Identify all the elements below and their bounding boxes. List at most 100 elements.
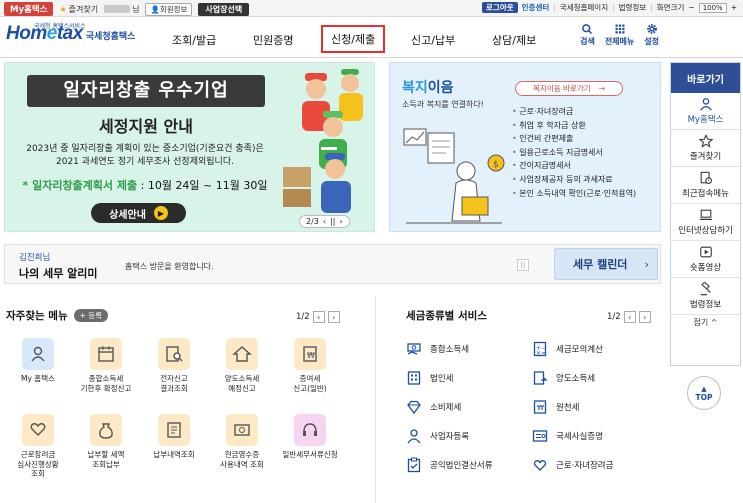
fav-general-tax-document[interactable]: 일반세무서류신청 [276,414,344,460]
banner-detail-button[interactable]: 상세안내 ▶ [91,203,186,223]
member-info-button[interactable]: 👤회원정보 [145,2,193,16]
welfare-shortcut-button[interactable]: 복지이음 바로가기 → [515,81,623,96]
fav-earned-income-credit-status[interactable]: 근로장려금 심사진행상황 조회 [4,414,72,479]
svg-text:×=: ×= [536,350,546,357]
favorites-page: 1/2 [296,312,310,322]
quick-legal-info[interactable]: 법령정보 [671,278,740,315]
favorites-prev-button[interactable]: ‹ [312,311,325,323]
main-banner[interactable]: 일자리창출 우수기업 세정지원 안내 2023년 중 일자리창출 계획이 있는 … [4,62,375,232]
quick-myhometax[interactable]: My홈택스 [671,93,740,130]
header: 국세청 홈택스서비스 Hometax 국세청홈택스 조회/발급 민원증명 신청/… [0,18,743,58]
fav-payment-history[interactable]: 납부내역조회 [140,414,208,460]
cert-center-link[interactable]: 인증센터 [522,2,550,13]
svc-tax-fact-certificate[interactable]: 국세사실증명 [532,428,603,444]
banner-prev-button[interactable]: ‹ [323,217,326,226]
chevron-right-icon: › [644,257,649,271]
business-select-button[interactable]: 사업장선택 [198,2,250,16]
banner-date: * 일자리창출계획서 제출 : 10월 24일 ~ 11월 30일 [22,179,268,192]
clipboard-check-icon [407,457,421,473]
services-prev-button[interactable]: ‹ [623,311,636,323]
zoom-out-button[interactable]: − [688,3,694,12]
svc-corporate-tax[interactable]: 법인세 [406,370,453,386]
notice-title: 나의 세무 알리미 [19,267,98,280]
welfare-item[interactable]: 인건비 간편제출 [512,132,636,146]
welfare-item[interactable]: 사업장제공자 등의 과세자료 [512,173,636,187]
person-icon [22,338,54,370]
welfare-item[interactable]: 근로·자녀장려금 [512,105,636,119]
fav-cash-receipt-history[interactable]: 현금영수증 사용내역 조회 [208,414,276,469]
tax-calendar-button[interactable]: 세무 캘린더 › [554,248,658,280]
nts-homepage-link[interactable]: 국세청홈페이지 [560,2,608,13]
quick-links-title: 바로가기 [671,63,740,93]
logo-tagline: 국세청 홈택스서비스 [34,23,86,30]
settings-button[interactable]: 설정 [644,23,659,47]
person-icon [407,429,421,444]
welfare-item[interactable]: 취업 후 학자금 상환 [512,119,636,133]
quick-recent-menu[interactable]: 최근접속메뉴 [671,167,740,204]
nav-apply-submit[interactable]: 신청/제출 [321,25,386,53]
nav-consult-report[interactable]: 상담/제보 [492,32,536,48]
fav-gift-tax-report[interactable]: ₩ 증여세 신고(일반) [276,338,344,393]
svc-consumption-tax[interactable]: 소비제세 [406,399,461,415]
calculator-icon: +−×= [533,341,547,357]
certificate-icon [532,430,548,442]
building-icon [407,371,421,385]
svc-withholding-tax[interactable]: ₩ 원천세 [532,399,579,415]
screen-size-label: 화면크기 [656,3,685,12]
nav-report-pay[interactable]: 신고/납부 [411,32,455,48]
laptop-chat-icon [699,209,712,220]
services-next-button[interactable]: › [638,311,651,323]
welfare-item[interactable]: 본인 소득내역 확인(근로·인적용역) [512,187,636,201]
fav-income-tax-late-report[interactable]: 종합소득세 기한후 확정신고 [72,338,140,393]
gavel-icon [700,282,711,296]
fav-e-filing-result[interactable]: 전자신고 결과조회 [140,338,208,393]
money-document-icon: ₩ [533,400,547,414]
favorites-next-button[interactable]: › [327,311,340,323]
house-icon [226,338,258,370]
legal-info-link[interactable]: 법령정보 [619,2,647,13]
quick-shortform-video[interactable]: 숏폼영상 [671,241,740,278]
banner-pause-button[interactable]: || [330,217,335,226]
logout-button[interactable]: 로그아웃 [482,2,518,13]
svc-earned-income-child-credit[interactable]: 근로·자녀장려금 [532,457,613,473]
svc-business-registration[interactable]: 사업자등록 [406,428,469,444]
favorites-label: 즐겨찾기 [68,4,99,14]
scroll-top-button[interactable]: ▲ TOP [687,376,721,410]
quick-links-panel: 바로가기 My홈택스 즐겨찾기 최근접속메뉴 인터넷상담하기 숏폼영상 법령정보… [670,62,741,366]
svc-public-corp-settlement[interactable]: 공익법인결산서류 [406,457,493,473]
fav-tax-payment-inquiry[interactable]: 납부할 세액 조회납부 [72,414,140,469]
money-document-icon: ₩ [294,338,326,370]
svc-transfer-tax[interactable]: 양도소득세 [532,370,595,386]
person-reading-illustration: $ [403,128,505,224]
notice-message[interactable]: 홈택스 방문을 환영합니다. [125,261,214,272]
all-menu-button[interactable]: 전체메뉴 [605,23,634,47]
svc-tax-simulation[interactable]: +− ×= 세금모의계산 [532,341,603,357]
document-search-icon [158,338,190,370]
welfare-item[interactable]: 일용근로소득 지급명세서 [512,146,636,160]
zoom-in-button[interactable]: + [731,3,737,12]
search-button[interactable]: 검색 [580,23,595,47]
myhometax-tab[interactable]: My홈택스 [4,2,54,16]
header-tools: 검색 전체메뉴 설정 [580,23,659,47]
svg-text:₩: ₩ [307,351,315,360]
masked-name [104,5,131,13]
favorites-link[interactable]: ★ 즐겨찾기 [59,4,98,15]
quick-fold-button[interactable]: 접기 ^ [671,315,740,329]
svc-income-tax[interactable]: 종합소득세 [406,341,469,357]
person-icon [699,98,712,111]
fav-transfer-tax-report[interactable]: 양도소득세 예정신고 [208,338,276,393]
recent-document-icon [700,171,712,184]
hometax-logo[interactable]: 국세청 홈택스서비스 Hometax 국세청홈택스 [6,23,135,45]
welfare-list: 근로·자녀장려금 취업 후 학자금 상환 인건비 간편제출 일용근로소득 지급명… [512,105,636,200]
fav-myhometax[interactable]: My 홈택스 [4,338,72,384]
notice-pause-button[interactable]: || [517,259,529,271]
section-divider [375,296,376,503]
welfare-item[interactable]: 간이지급명세서 [512,159,636,173]
banner-next-button[interactable]: › [339,217,342,226]
quick-online-consult[interactable]: 인터넷상담하기 [671,204,740,241]
register-favorite-button[interactable]: + 등록 [73,309,109,322]
quick-favorites[interactable]: 즐겨찾기 [671,130,740,167]
tax-service-header: 세금종류별 서비스 [406,310,487,322]
nav-inquiry[interactable]: 조회/발급 [172,32,216,48]
nav-certificate[interactable]: 민원증명 [253,32,293,48]
